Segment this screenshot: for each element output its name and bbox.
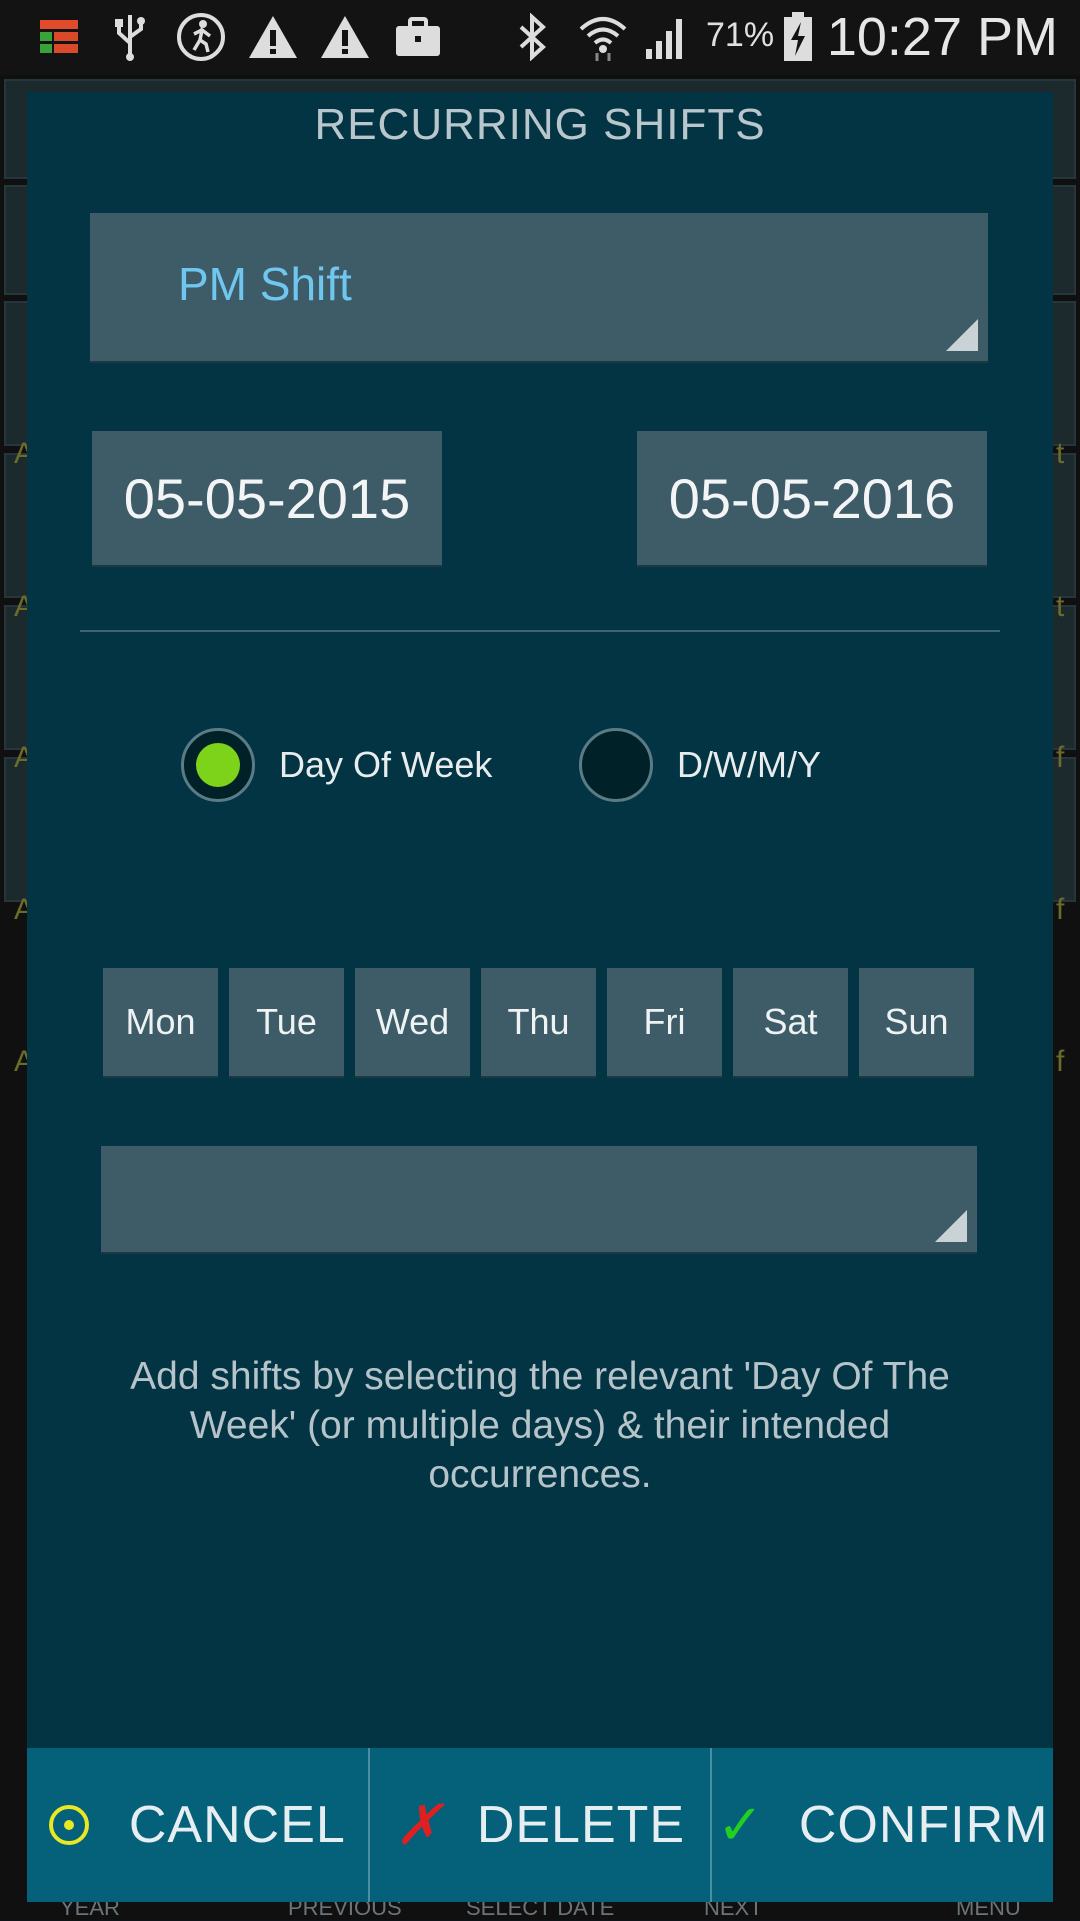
bluetooth-icon — [512, 12, 552, 62]
help-text: Add shifts by selecting the relevant 'Da… — [130, 1355, 950, 1496]
radio-label: Day Of Week — [279, 744, 493, 785]
shift-spinner-value: PM Shift — [178, 258, 352, 310]
radio-button[interactable] — [579, 728, 653, 802]
day-selector: Mon Tue Wed Thu Fri Sat Sun — [103, 968, 974, 1076]
dropdown-arrow-icon — [935, 1210, 967, 1242]
occurrence-spinner[interactable] — [101, 1146, 977, 1252]
day-button-tue[interactable]: Tue — [229, 968, 344, 1076]
recurring-shifts-dialog: RECURRING SHIFTS PM Shift 05-05-2015 05-… — [27, 92, 1053, 1902]
status-time: 10:27 PM — [826, 7, 1058, 67]
day-button-fri[interactable]: Fri — [607, 968, 722, 1076]
delete-label: DELETE — [476, 1796, 686, 1854]
status-bar: 71% 10:27 PM — [0, 0, 1080, 75]
running-icon — [175, 12, 227, 62]
background-row-letter: t — [1056, 590, 1065, 623]
day-button-sat[interactable]: Sat — [733, 968, 848, 1076]
dropdown-arrow-icon — [946, 319, 978, 351]
end-date-button[interactable]: 05-05-2016 — [637, 431, 987, 565]
background-row-letter: f — [1056, 741, 1065, 774]
radio-label: D/W/M/Y — [677, 744, 821, 785]
background-row-letter: f — [1056, 893, 1065, 926]
cancel-button[interactable]: CANCEL — [27, 1748, 368, 1902]
app-menu-icon — [38, 12, 80, 62]
radio-day-of-week[interactable]: Day Of Week — [181, 728, 492, 802]
divider — [80, 630, 1000, 632]
start-date-button[interactable]: 05-05-2015 — [92, 431, 442, 565]
usb-icon — [110, 12, 150, 62]
warning-icon — [246, 12, 300, 62]
check-icon: ✓ — [716, 1793, 765, 1856]
wifi-icon — [576, 12, 630, 62]
day-button-wed[interactable]: Wed — [355, 968, 470, 1076]
dialog-title: RECURRING SHIFTS — [314, 100, 766, 149]
x-icon: ✗ — [394, 1793, 443, 1856]
radio-dwmy[interactable]: D/W/M/Y — [579, 728, 821, 802]
confirm-label: CONFIRM — [798, 1796, 1049, 1854]
target-icon — [48, 1805, 89, 1845]
cancel-label: CANCEL — [128, 1796, 346, 1854]
briefcase-icon — [392, 12, 444, 62]
signal-icon — [640, 12, 692, 62]
battery-percent: 71% — [706, 16, 775, 54]
confirm-button[interactable]: ✓ CONFIRM — [710, 1748, 1053, 1902]
day-button-sun[interactable]: Sun — [859, 968, 974, 1076]
background-row-letter: f — [1056, 1045, 1065, 1078]
day-button-mon[interactable]: Mon — [103, 968, 218, 1076]
radio-dot — [196, 743, 240, 787]
action-bar: CANCEL ✗ DELETE ✓ CONFIRM — [27, 1748, 1053, 1902]
battery-charging-icon — [780, 12, 816, 62]
background-row-letter: t — [1056, 437, 1065, 470]
radio-button-selected[interactable] — [181, 728, 255, 802]
delete-button[interactable]: ✗ DELETE — [367, 1748, 711, 1902]
warning-icon — [318, 12, 372, 62]
shift-spinner[interactable]: PM Shift — [90, 213, 988, 361]
day-button-thu[interactable]: Thu — [481, 968, 596, 1076]
